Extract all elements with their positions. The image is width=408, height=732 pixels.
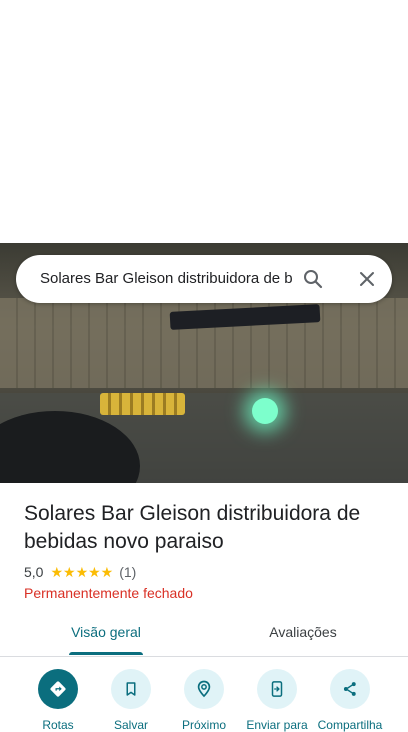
tab-bar: Visão geral Avaliações [0,615,408,657]
photo-cans [100,393,185,415]
tab-reviews[interactable]: Avaliações [232,615,374,655]
nearby-icon [184,669,224,709]
directions-label: Rotas [42,718,74,732]
close-icon[interactable] [355,267,379,291]
send-to-phone-icon [257,669,297,709]
star-rating-icon: ★★★★★ [50,564,114,580]
send-to-phone-button[interactable]: Enviar para [239,669,315,732]
tab-selected-indicator [69,652,143,655]
directions-icon [38,669,78,709]
action-bar: Rotas Salvar Próximo Enviar para Compart… [0,657,408,732]
tab-reviews-label: Avaliações [269,624,337,640]
save-button[interactable]: Salvar [93,669,169,732]
nearby-button[interactable]: Próximo [166,669,242,732]
photo-light [252,398,278,424]
tab-overview-label: Visão geral [71,624,141,640]
directions-button[interactable]: Rotas [20,669,96,732]
search-icon[interactable] [301,267,325,291]
review-count[interactable]: (1) [119,563,136,581]
share-button[interactable]: Compartilha [312,669,388,732]
tab-overview[interactable]: Visão geral [35,615,177,655]
send-to-phone-label: Enviar para [246,718,308,732]
status-closed: Permanentemente fechado [24,585,193,601]
share-label: Compartilha [317,718,383,732]
search-input[interactable]: Solares Bar Gleison distribuidora de beb… [40,269,292,289]
share-icon [330,669,370,709]
bookmark-icon [111,669,151,709]
rating-value: 5,0 [24,564,44,580]
rating-row[interactable]: 5,0 ★★★★★ (1) [24,563,136,581]
place-title: Solares Bar Gleison distribuidora de beb… [24,502,361,553]
save-label: Salvar [113,718,148,732]
nearby-label: Próximo [181,718,226,732]
search-bar[interactable]: Solares Bar Gleison distribuidora de beb… [16,255,392,303]
